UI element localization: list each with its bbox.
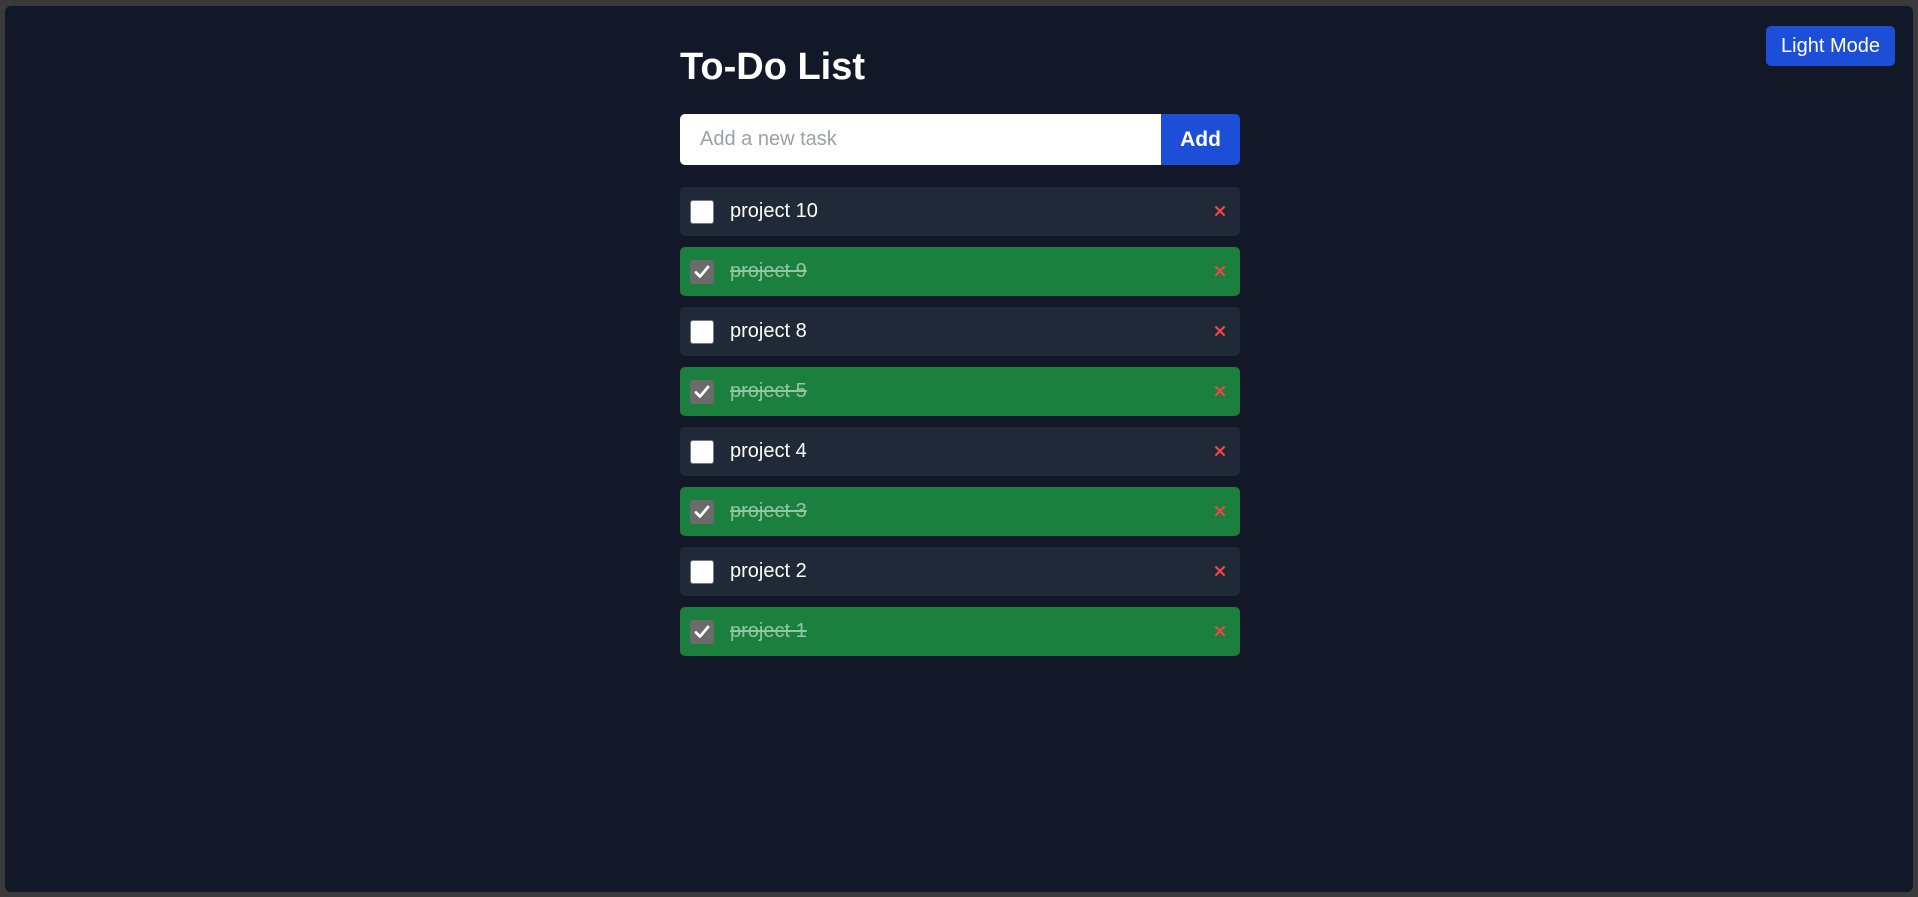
app-window: Light Mode To-Do List Add project 10 p: [5, 6, 1913, 892]
close-icon: [1215, 386, 1225, 396]
task-item: project 3: [680, 487, 1240, 536]
checkmark-icon: [694, 385, 710, 398]
delete-task-button[interactable]: [1210, 381, 1230, 401]
task-checkbox[interactable]: [690, 260, 714, 284]
task-label: project 2: [730, 560, 807, 582]
delete-task-button[interactable]: [1210, 561, 1230, 581]
task-checkbox[interactable]: [690, 500, 714, 524]
task-label: project 3: [730, 500, 807, 522]
task-item: project 10: [680, 187, 1240, 236]
delete-task-button[interactable]: [1210, 261, 1230, 281]
delete-task-button[interactable]: [1210, 321, 1230, 341]
checkmark-icon: [694, 505, 710, 518]
task-list: project 10 project 9 project 8 project 5…: [680, 187, 1240, 656]
checkmark-icon: [694, 625, 710, 638]
task-label: project 9: [730, 260, 807, 282]
close-icon: [1215, 206, 1225, 216]
task-checkbox[interactable]: [690, 380, 714, 404]
task-label: project 10: [730, 200, 818, 222]
delete-task-button[interactable]: [1210, 441, 1230, 461]
task-item: project 4: [680, 427, 1240, 476]
close-icon: [1215, 626, 1225, 636]
task-label: project 8: [730, 320, 807, 342]
task-item: project 1: [680, 607, 1240, 656]
page-title: To-Do List: [680, 46, 866, 88]
close-icon: [1215, 326, 1225, 336]
add-task-form: Add: [680, 114, 1240, 165]
task-checkbox[interactable]: [690, 200, 714, 224]
close-icon: [1215, 446, 1225, 456]
delete-task-button[interactable]: [1210, 201, 1230, 221]
close-icon: [1215, 506, 1225, 516]
new-task-input[interactable]: [680, 114, 1161, 165]
task-item: project 8: [680, 307, 1240, 356]
todo-container: To-Do List Add project 10 project 9: [680, 40, 1240, 667]
close-icon: [1215, 266, 1225, 276]
theme-toggle-button[interactable]: Light Mode: [1766, 26, 1895, 66]
task-item: project 2: [680, 547, 1240, 596]
add-task-button[interactable]: Add: [1161, 114, 1240, 165]
delete-task-button[interactable]: [1210, 621, 1230, 641]
task-checkbox[interactable]: [690, 620, 714, 644]
task-checkbox[interactable]: [690, 560, 714, 584]
task-label: project 5: [730, 380, 807, 402]
checkmark-icon: [694, 265, 710, 278]
task-label: project 1: [730, 620, 807, 642]
task-label: project 4: [730, 440, 807, 462]
task-item: project 5: [680, 367, 1240, 416]
delete-task-button[interactable]: [1210, 501, 1230, 521]
task-checkbox[interactable]: [690, 320, 714, 344]
close-icon: [1215, 566, 1225, 576]
task-item: project 9: [680, 247, 1240, 296]
task-checkbox[interactable]: [690, 440, 714, 464]
